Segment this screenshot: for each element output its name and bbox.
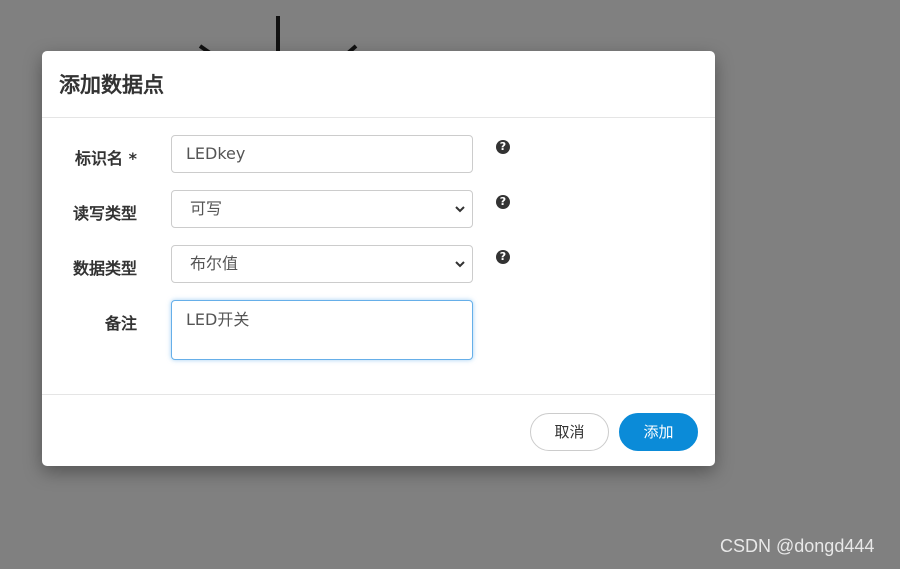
watermark: CSDN @dongd444	[720, 536, 875, 556]
dialog-body: 标识名 * LEDkey ? 读写类型 可写 ? 数据类型 布尔值 ? 备注 L…	[42, 118, 715, 395]
identifier-help-icon[interactable]: ?	[496, 140, 510, 154]
identifier-label: 标识名 *	[75, 149, 137, 168]
note-textarea[interactable]: LED开关	[171, 300, 473, 360]
add-datapoint-dialog: 添加数据点 标识名 * LEDkey ? 读写类型 可写 ? 数据类型 布尔值	[42, 51, 715, 466]
rw-type-value: 可写	[190, 199, 223, 218]
data-type-value: 布尔值	[190, 254, 239, 273]
rw-type-select[interactable]: 可写	[171, 190, 473, 228]
dialog-title: 添加数据点	[59, 73, 164, 97]
data-type-help-icon[interactable]: ?	[496, 250, 510, 264]
add-button[interactable]: 添加	[619, 413, 698, 451]
data-type-label: 数据类型	[72, 259, 137, 278]
chevron-down-icon	[455, 261, 465, 268]
cancel-button[interactable]: 取消	[530, 413, 609, 451]
identifier-input[interactable]: LEDkey	[171, 135, 473, 173]
rw-type-help-icon[interactable]: ?	[496, 195, 510, 209]
dialog-header: 添加数据点	[42, 51, 715, 118]
dialog-footer: 取消 添加	[42, 395, 715, 465]
rw-type-label: 读写类型	[72, 204, 137, 223]
data-type-select[interactable]: 布尔值	[171, 245, 473, 283]
note-label: 备注	[104, 314, 137, 333]
chevron-down-icon	[455, 206, 465, 213]
